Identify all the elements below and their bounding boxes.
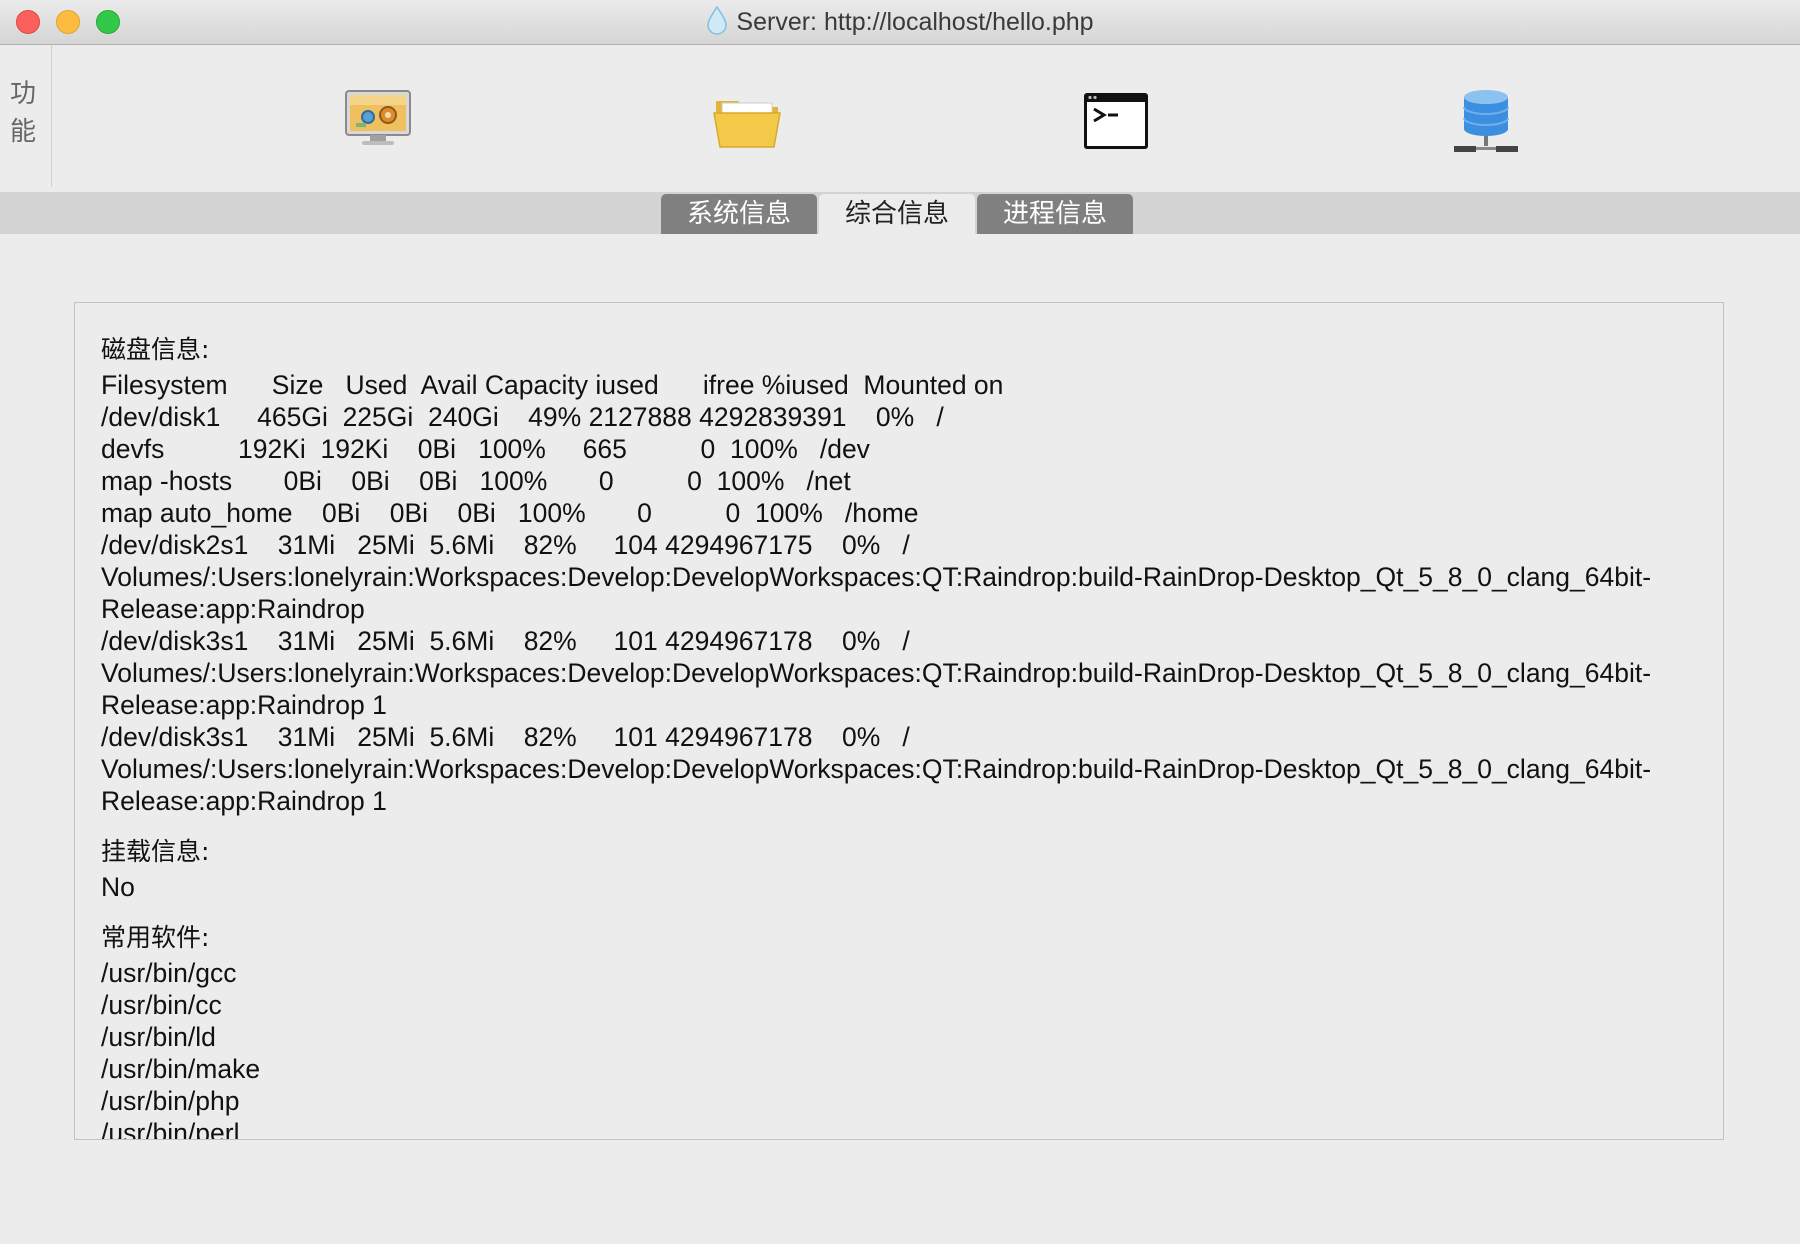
disk-line: Filesystem Size Used Avail Capacity iuse… <box>101 370 1004 400</box>
tab-system-info[interactable]: 系统信息 <box>661 194 817 234</box>
disk-line: map -hosts 0Bi 0Bi 0Bi 100% 0 0 100% /ne… <box>101 466 851 496</box>
disk-line: /dev/disk2s1 31Mi 25Mi 5.6Mi 82% 104 429… <box>101 530 910 560</box>
database-tool-button[interactable] <box>1450 85 1522 157</box>
window-titlebar: Server: http://localhost/hello.php <box>0 0 1800 45</box>
disk-info-heading: 磁盘信息: <box>101 335 210 364</box>
disk-line: /dev/disk3s1 31Mi 25Mi 5.6Mi 82% 101 429… <box>101 626 910 656</box>
software-item: /usr/bin/perl <box>101 1118 240 1140</box>
disk-line: /dev/disk1 465Gi 225Gi 240Gi 49% 2127888… <box>101 402 944 432</box>
window-title: Server: http://localhost/hello.php <box>736 8 1094 36</box>
mount-info-value: No <box>101 872 135 902</box>
disk-line: Volumes/:Users:lonelyrain:Workspaces:Dev… <box>101 562 1652 592</box>
tab-general-info[interactable]: 综合信息 <box>819 194 975 234</box>
terminal-icon <box>1084 93 1148 149</box>
info-text-content: 磁盘信息: Filesystem Size Used Avail Capacit… <box>101 331 1711 1140</box>
software-item: /usr/bin/gcc <box>101 958 237 988</box>
side-label-text: 功能 <box>10 79 37 147</box>
disk-line: Release:app:Raindrop 1 <box>101 690 387 720</box>
folder-icon <box>713 101 781 148</box>
window-title-area: Server: http://localhost/hello.php <box>0 0 1800 44</box>
disk-line: Volumes/:Users:lonelyrain:Workspaces:Dev… <box>101 754 1652 784</box>
function-side-label: 功能 <box>0 45 52 187</box>
software-item: /usr/bin/php <box>101 1086 240 1116</box>
system-monitor-tool-button[interactable] <box>342 85 414 157</box>
database-icon <box>1454 90 1518 152</box>
folder-tool-button[interactable] <box>712 85 784 157</box>
mount-info-heading: 挂载信息: <box>101 837 210 866</box>
disk-line: Volumes/:Users:lonelyrain:Workspaces:Dev… <box>101 658 1652 688</box>
software-item: /usr/bin/ld <box>101 1022 216 1052</box>
disk-line: /dev/disk3s1 31Mi 25Mi 5.6Mi 82% 101 429… <box>101 722 910 752</box>
info-text-panel[interactable]: 磁盘信息: Filesystem Size Used Avail Capacit… <box>74 302 1724 1140</box>
software-heading: 常用软件: <box>101 923 210 952</box>
disk-line: devfs 192Ki 192Ki 0Bi 100% 665 0 100% /d… <box>101 434 870 464</box>
disk-line: Release:app:Raindrop <box>101 594 365 624</box>
disk-line: map auto_home 0Bi 0Bi 0Bi 100% 0 0 100% … <box>101 498 919 528</box>
terminal-tool-button[interactable] <box>1080 85 1152 157</box>
toolbar: 功能 <box>0 45 1800 192</box>
disk-line: Release:app:Raindrop 1 <box>101 786 387 816</box>
tab-process-info[interactable]: 进程信息 <box>977 194 1133 234</box>
software-item: /usr/bin/cc <box>101 990 222 1020</box>
tab-bar: 系统信息 综合信息 进程信息 <box>0 192 1800 234</box>
software-item: /usr/bin/make <box>101 1054 261 1084</box>
raindrop-icon <box>707 6 728 36</box>
system-monitor-icon <box>345 90 411 145</box>
